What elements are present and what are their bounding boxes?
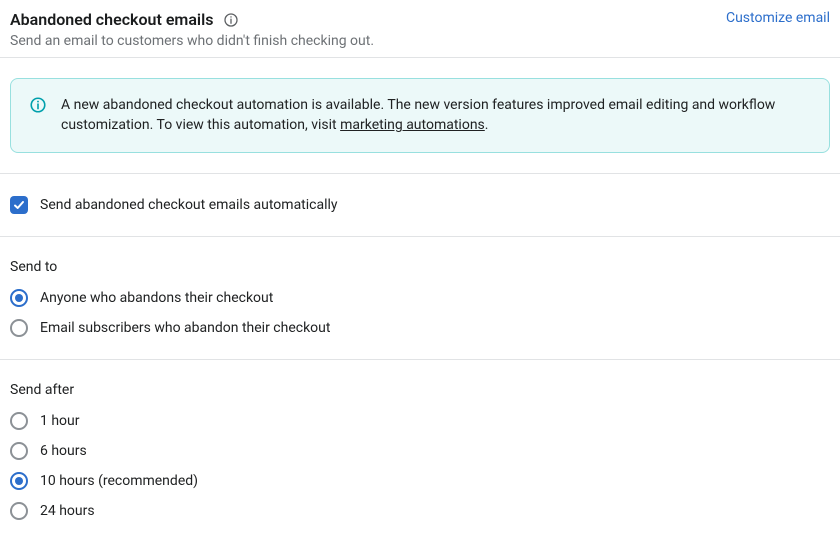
- banner-text-after: .: [485, 117, 489, 133]
- radio-selected-icon: [10, 289, 28, 307]
- radio-label: 24 hours: [40, 503, 95, 519]
- radio-send-after-6h[interactable]: 6 hours: [10, 442, 830, 460]
- send-after-section: Send after 1 hour 6 hours 10 hours (reco…: [10, 360, 830, 542]
- info-banner: A new abandoned checkout automation is a…: [10, 78, 830, 153]
- page-subtitle: Send an email to customers who didn't fi…: [10, 33, 374, 49]
- radio-send-to-anyone[interactable]: Anyone who abandons their checkout: [10, 289, 830, 307]
- radio-selected-icon: [10, 472, 28, 490]
- radio-label: Anyone who abandons their checkout: [40, 290, 273, 306]
- radio-unselected-icon: [10, 319, 28, 337]
- radio-label: 6 hours: [40, 443, 87, 459]
- header-left: Abandoned checkout emails Send an email …: [10, 10, 374, 49]
- radio-unselected-icon: [10, 412, 28, 430]
- page-title: Abandoned checkout emails: [10, 10, 213, 29]
- send-to-section: Send to Anyone who abandons their checko…: [10, 237, 830, 359]
- radio-label: 10 hours (recommended): [40, 473, 198, 489]
- auto-send-row[interactable]: Send abandoned checkout emails automatic…: [10, 174, 830, 236]
- marketing-automations-link[interactable]: marketing automations: [340, 117, 485, 133]
- radio-label: 1 hour: [40, 413, 80, 429]
- radio-send-to-subscribers[interactable]: Email subscribers who abandon their chec…: [10, 319, 830, 337]
- info-icon: [29, 96, 47, 114]
- radio-send-after-24h[interactable]: 24 hours: [10, 502, 830, 520]
- radio-unselected-icon: [10, 442, 28, 460]
- info-icon[interactable]: [223, 12, 239, 28]
- send-to-title: Send to: [10, 259, 830, 275]
- banner-text: A new abandoned checkout automation is a…: [61, 95, 811, 136]
- radio-unselected-icon: [10, 502, 28, 520]
- divider: [0, 57, 840, 58]
- section-header: Abandoned checkout emails Send an email …: [10, 10, 830, 57]
- radio-send-after-1h[interactable]: 1 hour: [10, 412, 830, 430]
- customize-email-link[interactable]: Customize email: [726, 10, 830, 26]
- send-after-title: Send after: [10, 382, 830, 398]
- checkbox-checked-icon[interactable]: [10, 196, 28, 214]
- auto-send-label: Send abandoned checkout emails automatic…: [40, 197, 338, 213]
- radio-label: Email subscribers who abandon their chec…: [40, 320, 330, 336]
- radio-send-after-10h[interactable]: 10 hours (recommended): [10, 472, 830, 490]
